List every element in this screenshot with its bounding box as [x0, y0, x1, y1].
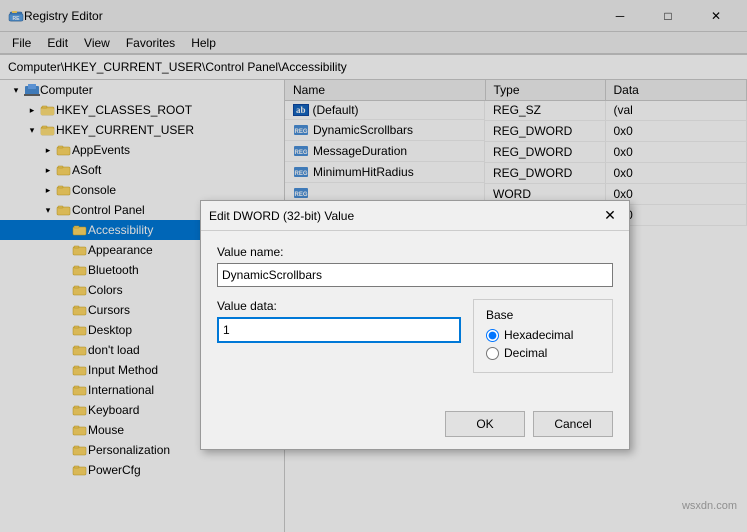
- dialog-close-button[interactable]: ✕: [599, 205, 621, 227]
- radio-hexadecimal[interactable]: Hexadecimal: [486, 328, 600, 342]
- value-name-input[interactable]: [217, 263, 613, 287]
- edit-dword-dialog: Edit DWORD (32-bit) Value ✕ Value name: …: [200, 200, 630, 450]
- value-data-wrap: Value data:: [217, 299, 461, 373]
- dialog-footer: OK Cancel: [201, 403, 629, 449]
- ok-button[interactable]: OK: [445, 411, 525, 437]
- dialog-data-row: Value data: Base Hexadecimal Decimal: [217, 299, 613, 373]
- base-label: Base: [486, 308, 600, 322]
- radio-decimal-label: Decimal: [504, 346, 547, 360]
- dialog-title: Edit DWORD (32-bit) Value: [209, 209, 599, 223]
- radio-decimal[interactable]: Decimal: [486, 346, 600, 360]
- radio-hex-label: Hexadecimal: [504, 328, 573, 342]
- modal-overlay: Edit DWORD (32-bit) Value ✕ Value name: …: [0, 0, 747, 532]
- radio-decimal-input[interactable]: [486, 347, 499, 360]
- value-data-label: Value data:: [217, 299, 461, 313]
- cancel-button[interactable]: Cancel: [533, 411, 613, 437]
- value-data-input[interactable]: [217, 317, 461, 343]
- dialog-body: Value name: Value data: Base Hexadecimal: [201, 231, 629, 403]
- radio-hex-input[interactable]: [486, 329, 499, 342]
- value-name-label: Value name:: [217, 245, 613, 259]
- base-group: Base Hexadecimal Decimal: [473, 299, 613, 373]
- dialog-titlebar: Edit DWORD (32-bit) Value ✕: [201, 201, 629, 231]
